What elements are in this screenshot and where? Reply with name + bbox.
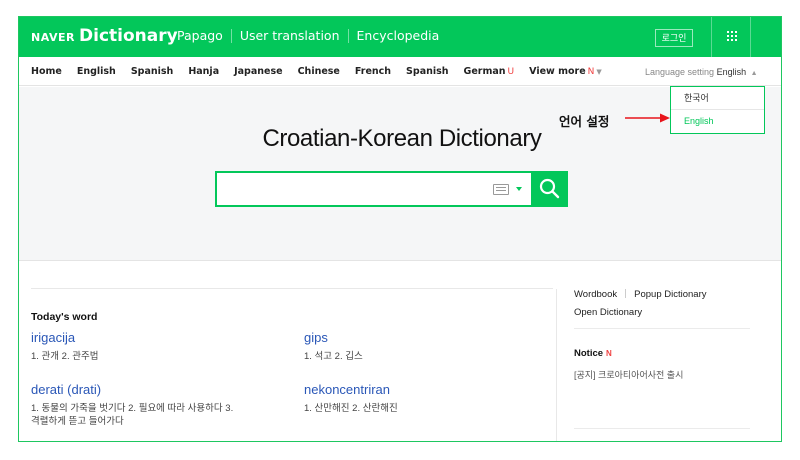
top-nav-papago[interactable]: Papago bbox=[169, 29, 231, 43]
keyboard-icon[interactable] bbox=[493, 184, 509, 195]
open-dictionary-link[interactable]: Open Dictionary bbox=[574, 307, 642, 318]
page-title: Croatian-Korean Dictionary bbox=[262, 125, 542, 152]
search-icon bbox=[539, 178, 560, 199]
search-button[interactable] bbox=[531, 171, 568, 207]
nav-french[interactable]: French bbox=[355, 66, 391, 77]
caret-down-icon[interactable] bbox=[516, 187, 522, 191]
search-box bbox=[215, 171, 568, 207]
todays-word-title: Today's word bbox=[31, 311, 98, 323]
naver-dictionary-page: NAVER Dictionary Papago User translation… bbox=[18, 16, 782, 442]
word-meaning: 1. 관개 2. 관주법 bbox=[31, 351, 99, 362]
popup-dictionary-link[interactable]: Popup Dictionary bbox=[634, 289, 706, 300]
language-dropdown: 한국어 English bbox=[670, 86, 765, 134]
top-nav: Papago User translation Encyclopedia bbox=[169, 29, 447, 43]
top-bar: NAVER Dictionary Papago User translation… bbox=[19, 17, 781, 57]
word-link[interactable]: gips bbox=[304, 330, 328, 345]
language-option-korean[interactable]: 한국어 bbox=[671, 87, 764, 110]
side-divider bbox=[574, 428, 750, 429]
annotation-label: 언어 설정 bbox=[559, 114, 610, 129]
chevron-down-icon: ▼ bbox=[596, 68, 602, 76]
notice-title: Notice N bbox=[574, 348, 612, 359]
nav-home[interactable]: Home bbox=[31, 66, 62, 77]
side-divider bbox=[574, 328, 750, 329]
language-option-english[interactable]: English bbox=[671, 110, 764, 133]
language-setting-label: Language setting bbox=[645, 67, 715, 77]
dictionary-logo[interactable]: Dictionary bbox=[79, 26, 178, 46]
language-setting-value: English bbox=[716, 67, 747, 77]
update-badge: U bbox=[507, 67, 515, 77]
nav-hanja[interactable]: Hanja bbox=[188, 66, 219, 77]
language-setting-button[interactable]: Language setting English ▲ bbox=[645, 67, 758, 77]
nav-japanese[interactable]: Japanese bbox=[234, 66, 282, 77]
nav-spanish-2[interactable]: Spanish bbox=[406, 66, 449, 77]
nav-spanish[interactable]: Spanish bbox=[131, 66, 174, 77]
language-nav: Home English Spanish Hanja Japanese Chin… bbox=[31, 66, 617, 77]
word-link[interactable]: irigacija bbox=[31, 330, 75, 345]
word-link[interactable]: nekoncentriran bbox=[304, 382, 390, 397]
nav-english[interactable]: English bbox=[77, 66, 116, 77]
word-meaning: 1. 산만해진 2. 산란해진 bbox=[304, 403, 398, 414]
section-divider bbox=[31, 288, 553, 289]
arrow-right-icon bbox=[625, 113, 670, 123]
new-badge: N bbox=[606, 349, 612, 358]
new-badge: N bbox=[587, 67, 595, 77]
top-nav-encyclopedia[interactable]: Encyclopedia bbox=[347, 29, 448, 43]
separator bbox=[625, 289, 627, 298]
login-button[interactable]: 로그인 bbox=[655, 29, 693, 47]
nav-view-more[interactable]: View more N ▼ bbox=[529, 66, 602, 77]
nav-chinese[interactable]: Chinese bbox=[298, 66, 340, 77]
language-nav-bar: Home English Spanish Hanja Japanese Chin… bbox=[19, 57, 781, 86]
wordbook-link[interactable]: Wordbook bbox=[574, 289, 617, 300]
chevron-down-icon: ▲ bbox=[750, 70, 758, 77]
word-link[interactable]: derati (drati) bbox=[31, 382, 101, 397]
naver-logo[interactable]: NAVER bbox=[31, 31, 75, 44]
top-nav-user-translation[interactable]: User translation bbox=[230, 29, 348, 43]
search-input[interactable] bbox=[221, 176, 485, 202]
nav-german[interactable]: German U bbox=[464, 66, 515, 77]
apps-grid-icon[interactable] bbox=[711, 17, 751, 57]
word-meaning: 1. 석고 2. 깁스 bbox=[304, 351, 363, 362]
notice-item[interactable]: [공지] 크로아티아어사전 출시 bbox=[574, 368, 683, 381]
word-meaning: 1. 동물의 가죽을 벗기다 2. 필요에 따라 사용하다 3. 격렬하게 뜯고… bbox=[31, 403, 234, 427]
column-divider bbox=[556, 289, 557, 441]
